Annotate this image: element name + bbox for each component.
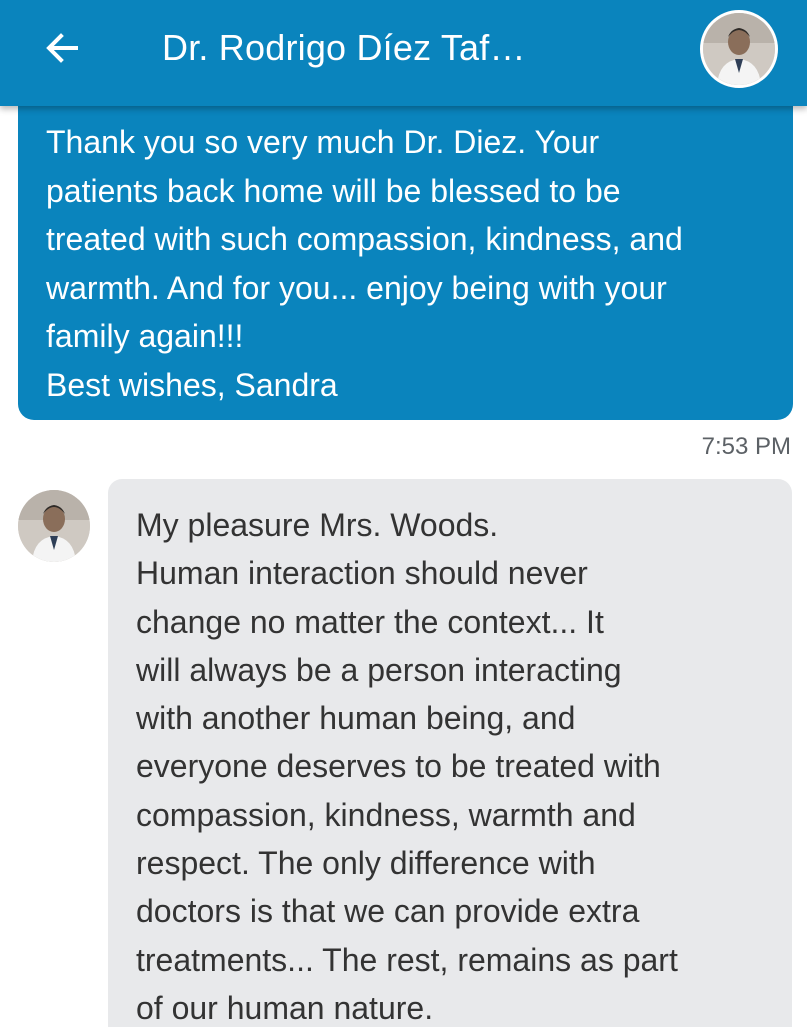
sent-message-text: Thank you so very much Dr. Diez. Your pa… xyxy=(46,124,683,403)
chat-screen: Dr. Rodrigo Díez Taf… Thank you so very … xyxy=(0,0,807,1027)
contact-avatar[interactable] xyxy=(700,10,778,88)
avatar-photo xyxy=(18,490,90,562)
message-timestamp: 7:53 PM xyxy=(701,433,791,460)
back-button[interactable] xyxy=(30,22,94,74)
received-message-text: My pleasure Mrs. Woods. Human interactio… xyxy=(136,507,678,1026)
sender-avatar[interactable] xyxy=(18,490,90,562)
app-header: Dr. Rodrigo Díez Taf… xyxy=(0,0,807,106)
conversation-title[interactable]: Dr. Rodrigo Díez Taf… xyxy=(162,22,526,74)
arrow-left-icon xyxy=(46,33,78,63)
avatar-photo xyxy=(703,13,775,85)
received-message-bubble[interactable]: My pleasure Mrs. Woods. Human interactio… xyxy=(108,479,792,1027)
sent-message-bubble[interactable]: Thank you so very much Dr. Diez. Your pa… xyxy=(18,80,793,420)
